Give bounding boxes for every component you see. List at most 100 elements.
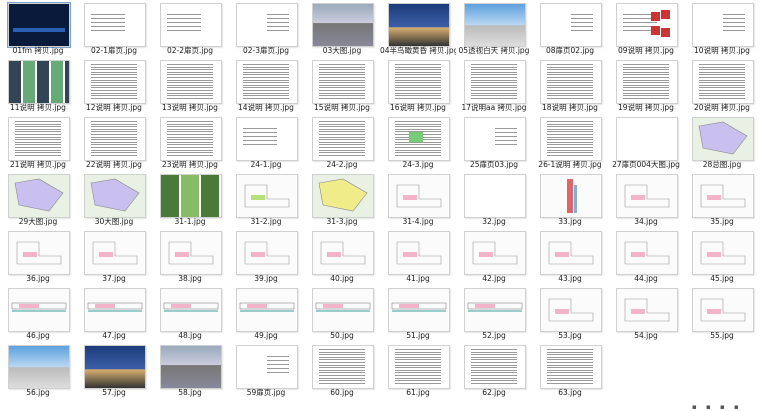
- file-thumbnail-item[interactable]: 28总图.jpg: [684, 114, 760, 171]
- file-thumbnail-item[interactable]: 63.jpg: [532, 342, 608, 399]
- thumb-text-line: [547, 64, 593, 65]
- file-thumbnail-item[interactable]: 49.jpg: [228, 285, 304, 342]
- thumb-text-line: [243, 132, 277, 133]
- thumb-text-line: [15, 123, 61, 125]
- file-thumbnail-item[interactable]: 41.jpg: [380, 228, 456, 285]
- file-name-label: 22说明 拷贝.jpg: [86, 160, 142, 169]
- file-name-label: 36.jpg: [26, 274, 50, 283]
- file-thumbnail-item[interactable]: 13说明 拷贝.jpg: [152, 57, 228, 114]
- file-thumbnail-item[interactable]: 22说明 拷贝.jpg: [76, 114, 152, 171]
- settings-icon[interactable]: ▪: [734, 403, 744, 411]
- file-name-label: 43.jpg: [558, 274, 582, 283]
- file-thumbnail-item[interactable]: 03大图.jpg: [304, 0, 380, 57]
- file-thumbnail-item[interactable]: 53.jpg: [532, 285, 608, 342]
- file-thumbnail-item[interactable]: 31-3.jpg: [304, 171, 380, 228]
- file-thumbnail-item[interactable]: 47.jpg: [76, 285, 152, 342]
- file-thumbnail-item[interactable]: 15说明 拷贝.jpg: [304, 57, 380, 114]
- file-thumbnail-item[interactable]: 04半鸟瞰黄昏 拷贝.jpg: [380, 0, 456, 57]
- file-thumbnail-item[interactable]: 20说明 拷贝.jpg: [684, 57, 760, 114]
- thumb-text-line: [167, 149, 213, 151]
- file-thumbnail-item[interactable]: 35.jpg: [684, 171, 760, 228]
- file-thumbnail-item[interactable]: 50.jpg: [304, 285, 380, 342]
- file-thumbnail-item[interactable]: 16说明 拷贝.jpg: [380, 57, 456, 114]
- file-thumbnail-item[interactable]: 24-3.jpg: [380, 114, 456, 171]
- file-thumbnail-item[interactable]: 48.jpg: [152, 285, 228, 342]
- file-thumbnail-item[interactable]: 32.jpg: [456, 171, 532, 228]
- thumb-text-line: [547, 154, 593, 156]
- file-name-label: 19说明 拷贝.jpg: [618, 103, 674, 112]
- thumb-text-line: [623, 87, 669, 89]
- file-thumbnail-item[interactable]: 29大图.jpg: [0, 171, 76, 228]
- file-thumbnail-item[interactable]: 30大图.jpg: [76, 171, 152, 228]
- file-thumbnail-item[interactable]: 36.jpg: [0, 228, 76, 285]
- file-thumbnail-item[interactable]: 57.jpg: [76, 342, 152, 399]
- file-thumbnail-item[interactable]: 45.jpg: [684, 228, 760, 285]
- file-thumbnail-item[interactable]: 44.jpg: [608, 228, 684, 285]
- thumb-text-line: [15, 139, 61, 141]
- file-thumbnail-item[interactable]: 02-1扉页.jpg: [76, 0, 152, 57]
- zoom-out-icon[interactable]: ▪: [706, 403, 716, 411]
- file-thumbnail-item[interactable]: 08扉页02.jpg: [532, 0, 608, 57]
- thumb-text-line: [723, 14, 745, 15]
- thumb-text-line: [471, 82, 517, 84]
- file-thumbnail-item[interactable]: 38.jpg: [152, 228, 228, 285]
- file-thumbnail-item[interactable]: 25扉页03.jpg: [456, 114, 532, 171]
- thumb-text-line: [547, 369, 593, 371]
- file-thumbnail-item[interactable]: 12说明 拷贝.jpg: [76, 57, 152, 114]
- file-thumbnail-item[interactable]: 24-2.jpg: [304, 114, 380, 171]
- file-thumbnail-item[interactable]: 02-3扉页.jpg: [228, 0, 304, 57]
- thumb-text-line: [395, 64, 441, 65]
- file-thumbnail-item[interactable]: 05透视白天 拷贝.jpg: [456, 0, 532, 57]
- file-thumbnail-item[interactable]: 19说明 拷贝.jpg: [608, 57, 684, 114]
- file-thumbnail-item[interactable]: 40.jpg: [304, 228, 380, 285]
- thumb-drawing: [92, 241, 138, 265]
- file-thumbnail-item[interactable]: 43.jpg: [532, 228, 608, 285]
- file-thumbnail-item[interactable]: 55.jpg: [684, 285, 760, 342]
- file-thumbnail-item[interactable]: 31-1.jpg: [152, 171, 228, 228]
- file-name-label: 08扉页02.jpg: [545, 46, 595, 55]
- file-thumbnail-item[interactable]: 14说明 拷贝.jpg: [228, 57, 304, 114]
- thumb-drawing: [239, 302, 295, 312]
- thumb-text-line: [471, 356, 517, 358]
- file-thumbnail-item[interactable]: 17说明aa 拷贝.jpg: [456, 57, 532, 114]
- file-thumbnail-item[interactable]: 23说明 拷贝.jpg: [152, 114, 228, 171]
- file-thumbnail-item[interactable]: 54.jpg: [608, 285, 684, 342]
- thumb-text-line: [395, 380, 441, 382]
- thumb-drawing: [396, 184, 442, 208]
- file-thumbnail-item[interactable]: 39.jpg: [228, 228, 304, 285]
- thumb-text-line: [91, 126, 137, 128]
- file-thumbnail-item[interactable]: 61.jpg: [380, 342, 456, 399]
- view-toggle-icon[interactable]: ▪: [692, 403, 702, 411]
- thumb-text-line: [547, 364, 593, 366]
- file-thumbnail-item[interactable]: 51.jpg: [380, 285, 456, 342]
- file-thumbnail-item[interactable]: 42.jpg: [456, 228, 532, 285]
- file-thumbnail-item[interactable]: 62.jpg: [456, 342, 532, 399]
- file-name-label: 61.jpg: [406, 388, 430, 397]
- file-thumbnail-item[interactable]: 46.jpg: [0, 285, 76, 342]
- file-thumbnail-item[interactable]: 01fm 拷贝.jpg: [0, 0, 76, 57]
- thumb-text-line: [395, 354, 441, 356]
- file-thumbnail-item[interactable]: 33.jpg: [532, 171, 608, 228]
- zoom-in-icon[interactable]: ▪: [720, 403, 730, 411]
- thumb-text-line: [547, 141, 593, 143]
- file-thumbnail-item[interactable]: 56.jpg: [0, 342, 76, 399]
- file-thumbnail-item[interactable]: 09说明 拷贝.jpg: [608, 0, 684, 57]
- file-thumbnail-item[interactable]: 27扉页004大图.jpg: [608, 114, 684, 171]
- file-thumbnail-item[interactable]: 02-2扉页.jpg: [152, 0, 228, 57]
- file-thumbnail-item[interactable]: 24-1.jpg: [228, 114, 304, 171]
- file-thumbnail-item[interactable]: 18说明 拷贝.jpg: [532, 57, 608, 114]
- file-thumbnail-item[interactable]: 21说明 拷贝.jpg: [0, 114, 76, 171]
- file-thumbnail-item[interactable]: 58.jpg: [152, 342, 228, 399]
- file-thumbnail-item[interactable]: 37.jpg: [76, 228, 152, 285]
- file-thumbnail-item[interactable]: 60.jpg: [304, 342, 380, 399]
- file-thumbnail-item[interactable]: 52.jpg: [456, 285, 532, 342]
- file-thumbnail-item[interactable]: 34.jpg: [608, 171, 684, 228]
- file-thumbnail-item[interactable]: 31-4.jpg: [380, 171, 456, 228]
- file-thumbnail-item[interactable]: 10说明 拷贝.jpg: [684, 0, 760, 57]
- file-thumbnail-item[interactable]: 31-2.jpg: [228, 171, 304, 228]
- thumb-text-line: [699, 66, 745, 68]
- thumb-text-line: [395, 152, 441, 154]
- file-thumbnail-item[interactable]: 59扉页.jpg: [228, 342, 304, 399]
- file-thumbnail-item[interactable]: 26-1说明 拷贝.jpg: [532, 114, 608, 171]
- file-thumbnail-item[interactable]: 11说明 拷贝.jpg: [0, 57, 76, 114]
